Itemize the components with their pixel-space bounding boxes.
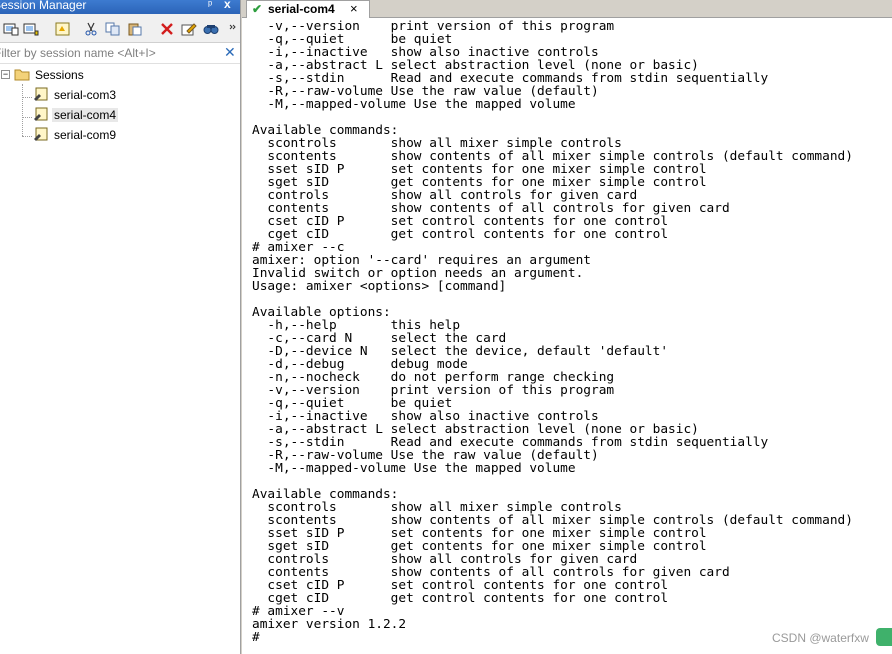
properties-icon[interactable] bbox=[54, 21, 72, 37]
session-filter-input[interactable] bbox=[0, 45, 220, 61]
terminal-line: Usage: amixer <options> [command] bbox=[252, 279, 507, 294]
session-item-serial-com9[interactable]: serial-com9 bbox=[33, 126, 118, 144]
connect-icon[interactable] bbox=[2, 21, 20, 37]
clear-filter-icon[interactable]: ✕ bbox=[224, 44, 236, 61]
sessions-expander[interactable]: − bbox=[1, 70, 10, 79]
edit-icon[interactable] bbox=[180, 21, 198, 37]
serial-session-icon bbox=[33, 87, 49, 106]
serial-session-icon bbox=[33, 127, 49, 146]
session-manager-titlebar: Session Manager ᵖ x bbox=[0, 0, 240, 14]
terminal-output: -v,--version print version of this progr… bbox=[252, 20, 853, 644]
session-tab-strip: ✔ serial-com4 × bbox=[242, 0, 892, 19]
paste-icon[interactable] bbox=[126, 21, 144, 37]
tree-root-sessions[interactable]: Sessions bbox=[14, 66, 86, 84]
find-icon[interactable] bbox=[202, 21, 220, 37]
session-manager-title: Session Manager bbox=[0, 0, 87, 12]
session-item-serial-com3[interactable]: serial-com3 bbox=[33, 86, 118, 104]
session-manager-pane: Session Manager ᵖ x Filter by session na… bbox=[0, 0, 241, 654]
session-item-serial-com4[interactable]: serial-com4 bbox=[33, 106, 119, 126]
toolbar-overflow-icon[interactable] bbox=[228, 21, 238, 37]
close-pane-icon[interactable]: x bbox=[224, 0, 231, 11]
terminal-view[interactable]: -v,--version print version of this progr… bbox=[242, 18, 892, 654]
terminal-line: -M,--mapped-volume Use the mapped volume bbox=[252, 97, 576, 112]
session-toolbar bbox=[0, 14, 240, 43]
terminal-line: # bbox=[252, 630, 268, 645]
new-session-icon[interactable] bbox=[22, 21, 40, 37]
terminal-line: -M,--mapped-volume Use the mapped volume bbox=[252, 461, 576, 476]
tab-label: serial-com4 bbox=[268, 2, 335, 16]
folder-icon bbox=[14, 67, 30, 86]
session-item-label: serial-com4 bbox=[52, 108, 119, 122]
tree-root-label: Sessions bbox=[35, 68, 84, 82]
serial-session-icon bbox=[33, 107, 49, 126]
terminal-line: amixer version 1.2.2 bbox=[252, 617, 407, 632]
watermark: CSDN @waterfxw bbox=[772, 631, 869, 645]
copy-icon[interactable] bbox=[104, 21, 122, 37]
delete-icon[interactable] bbox=[158, 21, 176, 37]
session-item-label: serial-com9 bbox=[54, 128, 117, 142]
session-item-label: serial-com3 bbox=[54, 88, 117, 102]
cut-icon[interactable] bbox=[82, 21, 100, 37]
tab-close-icon[interactable]: × bbox=[350, 1, 358, 17]
tab-serial-com4[interactable]: ✔ serial-com4 × bbox=[246, 0, 370, 19]
session-filter: ✕ bbox=[0, 43, 240, 64]
side-badge bbox=[876, 628, 892, 646]
connected-check-icon: ✔ bbox=[252, 2, 263, 16]
pin-icon[interactable]: ᵖ bbox=[208, 0, 212, 12]
